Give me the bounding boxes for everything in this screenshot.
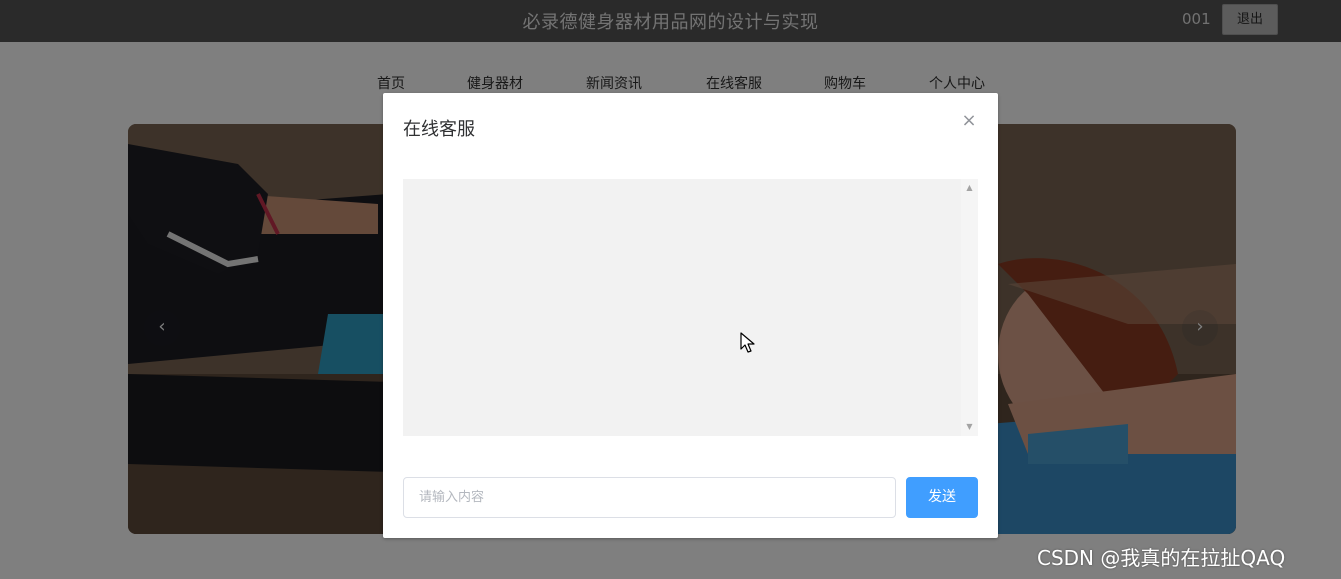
scroll-up-arrow-icon[interactable]: ▲ (961, 181, 978, 195)
watermark: CSDN @我真的在拉扯QAQ (1037, 546, 1286, 570)
mouse-cursor-icon (740, 332, 755, 353)
close-icon[interactable]: × (961, 111, 977, 131)
message-input[interactable] (403, 477, 896, 518)
chat-message-area[interactable]: ▲ ▼ (403, 179, 978, 436)
chat-scrollbar[interactable]: ▲ ▼ (961, 179, 978, 436)
customer-service-dialog: 在线客服 × ▲ ▼ 发送 (383, 93, 998, 538)
page: 必录德健身器材用品网的设计与实现 001 退出 首页 健身器材 新闻资讯 在线客… (0, 0, 1341, 579)
scroll-down-arrow-icon[interactable]: ▼ (961, 420, 978, 434)
send-button[interactable]: 发送 (906, 477, 978, 518)
dialog-title: 在线客服 (403, 119, 475, 140)
